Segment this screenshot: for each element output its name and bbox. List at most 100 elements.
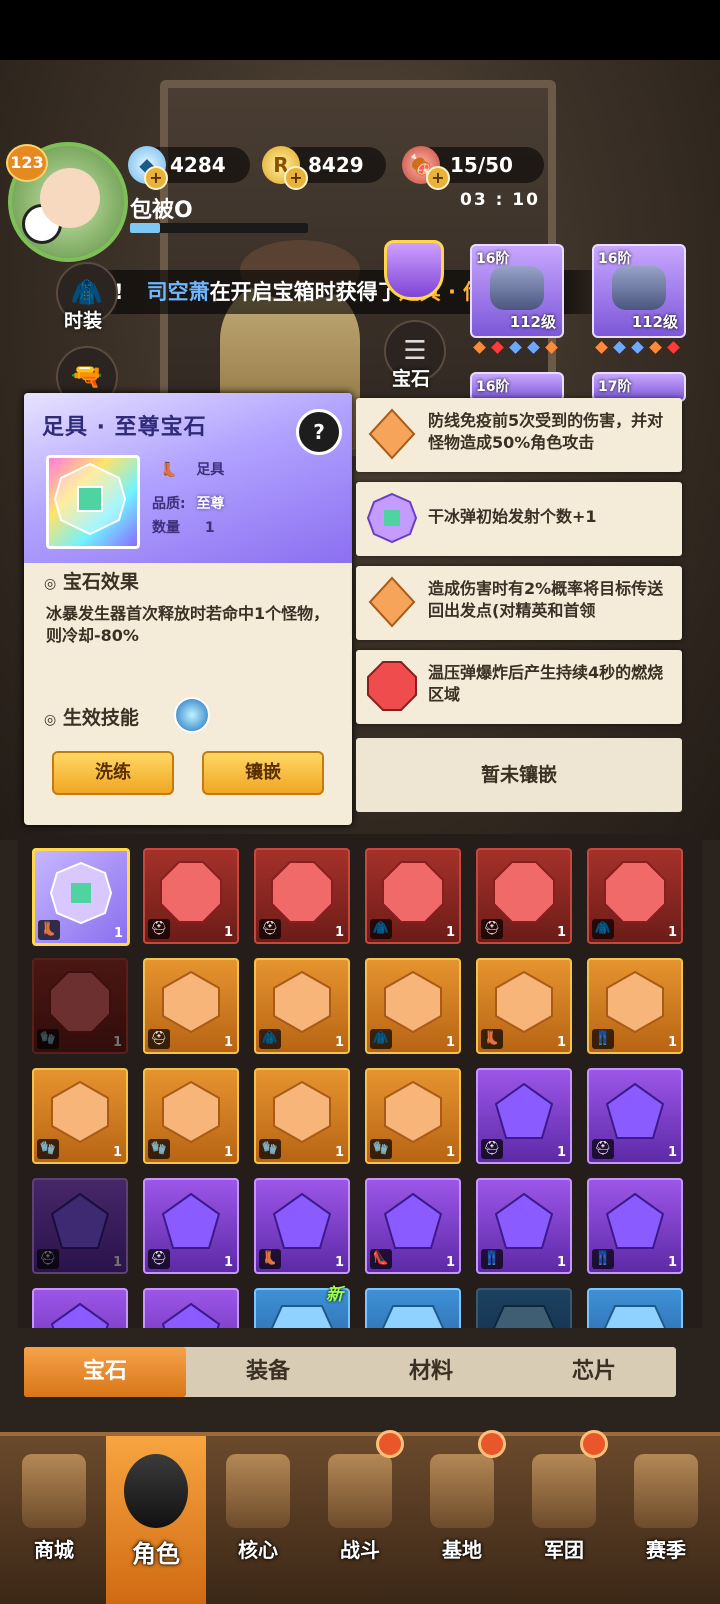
- gem-slot[interactable]: 🧥 1: [365, 958, 461, 1054]
- gem-count: 1: [112, 1145, 122, 1160]
- ice-skill-icon[interactable]: [174, 697, 210, 733]
- effect-card-4[interactable]: 温压弹爆炸后产生持续4秒的燃烧区域: [356, 650, 682, 724]
- gem-count: 1: [334, 925, 344, 940]
- gem-count: 1: [112, 1255, 122, 1270]
- slot-type-icon: 👖: [592, 1249, 614, 1269]
- effect-text: 干冰弹初始发射个数+1: [428, 507, 597, 526]
- gem-slot[interactable]: [587, 1288, 683, 1328]
- gem-slot[interactable]: 👢 1: [476, 958, 572, 1054]
- gem-slot[interactable]: [32, 1288, 128, 1328]
- effect-card-1[interactable]: 防线免疫前5次受到的伤害，并对怪物造成50%角色攻击: [356, 398, 682, 472]
- empty-gem-slot[interactable]: 暂未镶嵌: [356, 738, 682, 812]
- gem-slot[interactable]: 🧤 1: [365, 1068, 461, 1164]
- gem-count: 1: [334, 1145, 344, 1160]
- nav-label: 商城: [34, 1538, 74, 1562]
- slot-type-icon: 🧤: [37, 1139, 59, 1159]
- gear-level: 112级: [631, 313, 678, 331]
- purple-gem-icon: [50, 1302, 110, 1328]
- nav-base[interactable]: 基地: [412, 1430, 512, 1604]
- gem-slot[interactable]: [143, 1288, 239, 1328]
- notification-dot: [580, 1430, 608, 1458]
- gem-slot[interactable]: 👢 1: [254, 1178, 350, 1274]
- gear-gem-sockets: [592, 340, 682, 354]
- gem-count: 1: [334, 1255, 344, 1270]
- jacket-icon: 🧥: [70, 278, 104, 308]
- blue-gem-icon: [603, 1305, 667, 1328]
- stamina-value: 15/50: [450, 153, 513, 177]
- nav-core[interactable]: 核心: [208, 1436, 308, 1604]
- effect-card-2[interactable]: 干冰弹初始发射个数+1: [356, 482, 682, 556]
- tab-equipment[interactable]: 装备: [187, 1347, 349, 1397]
- shield-emblem-icon[interactable]: [384, 240, 444, 300]
- bullet-icon: ◎: [44, 712, 57, 728]
- gem-slot[interactable]: ⛑ 1: [476, 1068, 572, 1164]
- gear-tier: 16阶: [598, 251, 632, 267]
- slot-type-row: 👢 足具: [160, 459, 224, 479]
- nav-character[interactable]: 角色: [106, 1436, 206, 1604]
- gem-count: 1: [667, 925, 677, 940]
- tab-materials[interactable]: 材料: [350, 1347, 512, 1397]
- gem-slot[interactable]: ⛑ 1: [143, 958, 239, 1054]
- orange-gem-icon: [273, 970, 331, 1034]
- reroll-button[interactable]: 洗练: [52, 751, 174, 795]
- slot-type-icon: 🧤: [148, 1139, 170, 1159]
- purple-gem-icon: [494, 1192, 554, 1249]
- effect-card-3[interactable]: 造成伤害时有2%概率将目标传送回出发点(对精英和首领: [356, 566, 682, 640]
- gem-count: 1: [445, 925, 455, 940]
- inlay-button[interactable]: 镶嵌: [202, 751, 324, 795]
- nav-battle[interactable]: 战斗: [310, 1430, 410, 1604]
- gem-slot[interactable]: 🧤 1: [32, 958, 128, 1054]
- add-coin-button[interactable]: +: [284, 166, 308, 190]
- slot-type-icon: ⛑: [37, 1249, 59, 1269]
- nav-label: 基地: [442, 1538, 482, 1562]
- season-emblem-icon: [634, 1454, 698, 1528]
- gem-slot[interactable]: 🧥 1: [365, 848, 461, 944]
- gem-slot[interactable]: ⛑ 1: [587, 1068, 683, 1164]
- gear-tier: 16阶: [476, 251, 510, 267]
- purple-gem-icon: [272, 1192, 332, 1249]
- nav-season[interactable]: 赛季: [616, 1436, 716, 1604]
- orange-gem-icon: [384, 1080, 442, 1144]
- add-stamina-button[interactable]: +: [426, 166, 450, 190]
- gem-slot[interactable]: [365, 1288, 461, 1328]
- gem-slot[interactable]: 🧥 1: [587, 848, 683, 944]
- slot-type-icon: 🧤: [37, 1029, 59, 1049]
- gem-slot[interactable]: 🧤 1: [32, 1068, 128, 1164]
- gem-slot[interactable]: ⛑ 1: [32, 1178, 128, 1274]
- orange-gem-icon: [368, 576, 416, 628]
- gem-slot[interactable]: 🧤 1: [254, 1068, 350, 1164]
- gem-slot[interactable]: 👖 1: [587, 958, 683, 1054]
- slot-type-icon: ⛑: [592, 1139, 614, 1159]
- gem-slot[interactable]: 🧤 1: [143, 1068, 239, 1164]
- boot-icon: 👢: [160, 462, 178, 478]
- gem-count: 1: [556, 1145, 566, 1160]
- gear-slot-2[interactable]: 16阶 112级: [592, 244, 686, 338]
- gem-slot[interactable]: ⛑ 1: [143, 1178, 239, 1274]
- gem-slot[interactable]: 🧥 1: [254, 958, 350, 1054]
- nav-shop[interactable]: 商城: [4, 1436, 104, 1604]
- nav-legion[interactable]: 军团: [514, 1430, 614, 1604]
- gem-slot[interactable]: ⛑ 1: [254, 848, 350, 944]
- gem-slot[interactable]: ⛑ 1: [143, 848, 239, 944]
- gem-slot[interactable]: [476, 1288, 572, 1328]
- slot-type-icon: ⛑: [148, 919, 170, 939]
- add-diamond-button[interactable]: +: [144, 166, 168, 190]
- gem-slot[interactable]: 👖 1: [587, 1178, 683, 1274]
- marquee-middle: 在开启宝箱时获得了: [209, 280, 399, 304]
- nav-label: 角色: [132, 1540, 180, 1568]
- tab-gem[interactable]: 宝石: [24, 1347, 186, 1397]
- gauntlet-icon: [612, 266, 666, 310]
- gear-level: 112级: [509, 313, 556, 331]
- slot-type-icon: 🧥: [592, 919, 614, 939]
- help-button[interactable]: ?: [296, 409, 342, 455]
- gem-slot[interactable]: 👢 1: [32, 848, 130, 946]
- gear-slot-1[interactable]: 16阶 112级: [470, 244, 564, 338]
- tab-chips[interactable]: 芯片: [513, 1347, 675, 1397]
- gem-slot[interactable]: ⛑ 1: [476, 848, 572, 944]
- new-badge: 新: [326, 1285, 343, 1305]
- gem-slot[interactable]: 👠 1: [365, 1178, 461, 1274]
- nav-label: 核心: [238, 1538, 278, 1562]
- slot-type-icon: 🧥: [370, 1029, 392, 1049]
- gem-slot[interactable]: 👖 1: [476, 1178, 572, 1274]
- quality-row: 品质: 至尊: [152, 493, 224, 513]
